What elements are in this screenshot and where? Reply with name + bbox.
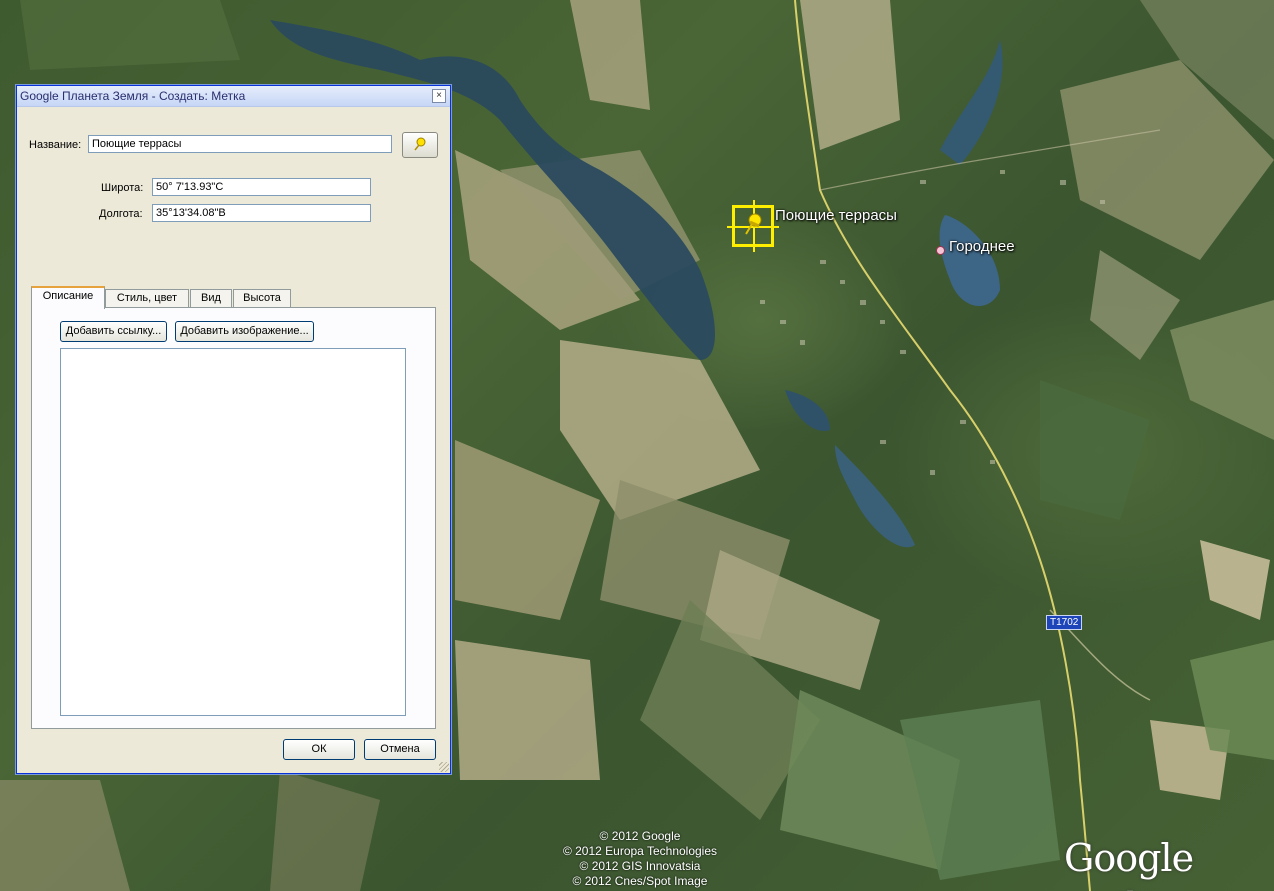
tab-altitude[interactable]: Высота xyxy=(233,289,291,308)
dialog-titlebar[interactable]: Google Планета Земля - Создать: Метка × xyxy=(17,86,450,107)
map-copyright: © 2012 Google © 2012 Europa Technologies… xyxy=(540,829,740,889)
town-label: Городнее xyxy=(949,238,1015,255)
tab-view[interactable]: Вид xyxy=(190,289,232,308)
town-marker-icon xyxy=(936,246,945,255)
road-number-badge: T1702 xyxy=(1046,615,1083,630)
tab-description[interactable]: Описание xyxy=(31,286,105,309)
close-button[interactable]: × xyxy=(432,89,446,103)
latitude-input[interactable]: 50° 7'13.93"С xyxy=(152,178,371,196)
latitude-label: Широта: xyxy=(101,182,144,194)
logo-earth-text: earth xyxy=(1064,885,1147,891)
logo-google-text: Google xyxy=(1064,836,1194,880)
copyright-line: © 2012 Google xyxy=(599,829,681,843)
description-textarea[interactable] xyxy=(60,348,406,716)
longitude-input[interactable]: 35°13'34.08"В xyxy=(152,204,371,222)
resize-grip-icon[interactable] xyxy=(439,762,449,772)
placemark-icon-button[interactable] xyxy=(402,132,438,158)
google-earth-logo: Google earth xyxy=(1064,836,1274,891)
copyright-line: © 2012 Cnes/Spot Image xyxy=(572,874,708,888)
ok-button[interactable]: ОК xyxy=(283,739,355,760)
copyright-line: © 2012 GIS Innovatsia xyxy=(579,859,701,873)
dialog-title: Google Планета Земля - Создать: Метка xyxy=(20,89,246,103)
create-placemark-dialog: Google Планета Земля - Создать: Метка × … xyxy=(16,85,451,774)
add-image-button[interactable]: Добавить изображение... xyxy=(175,321,314,342)
name-input[interactable]: Поющие террасы xyxy=(88,135,392,153)
longitude-label: Долгота: xyxy=(99,208,143,220)
placemark-selection-box[interactable] xyxy=(727,200,779,252)
pushpin-icon[interactable] xyxy=(741,212,765,238)
cancel-button[interactable]: Отмена xyxy=(364,739,436,760)
name-label: Название: xyxy=(29,139,82,151)
copyright-line: © 2012 Europa Technologies xyxy=(562,844,718,858)
yellow-pushpin-icon xyxy=(414,137,426,151)
add-link-button[interactable]: Добавить ссылку... xyxy=(60,321,167,342)
placemark-label: Поющие террасы xyxy=(775,207,897,224)
tab-style-color[interactable]: Стиль, цвет xyxy=(105,289,189,308)
